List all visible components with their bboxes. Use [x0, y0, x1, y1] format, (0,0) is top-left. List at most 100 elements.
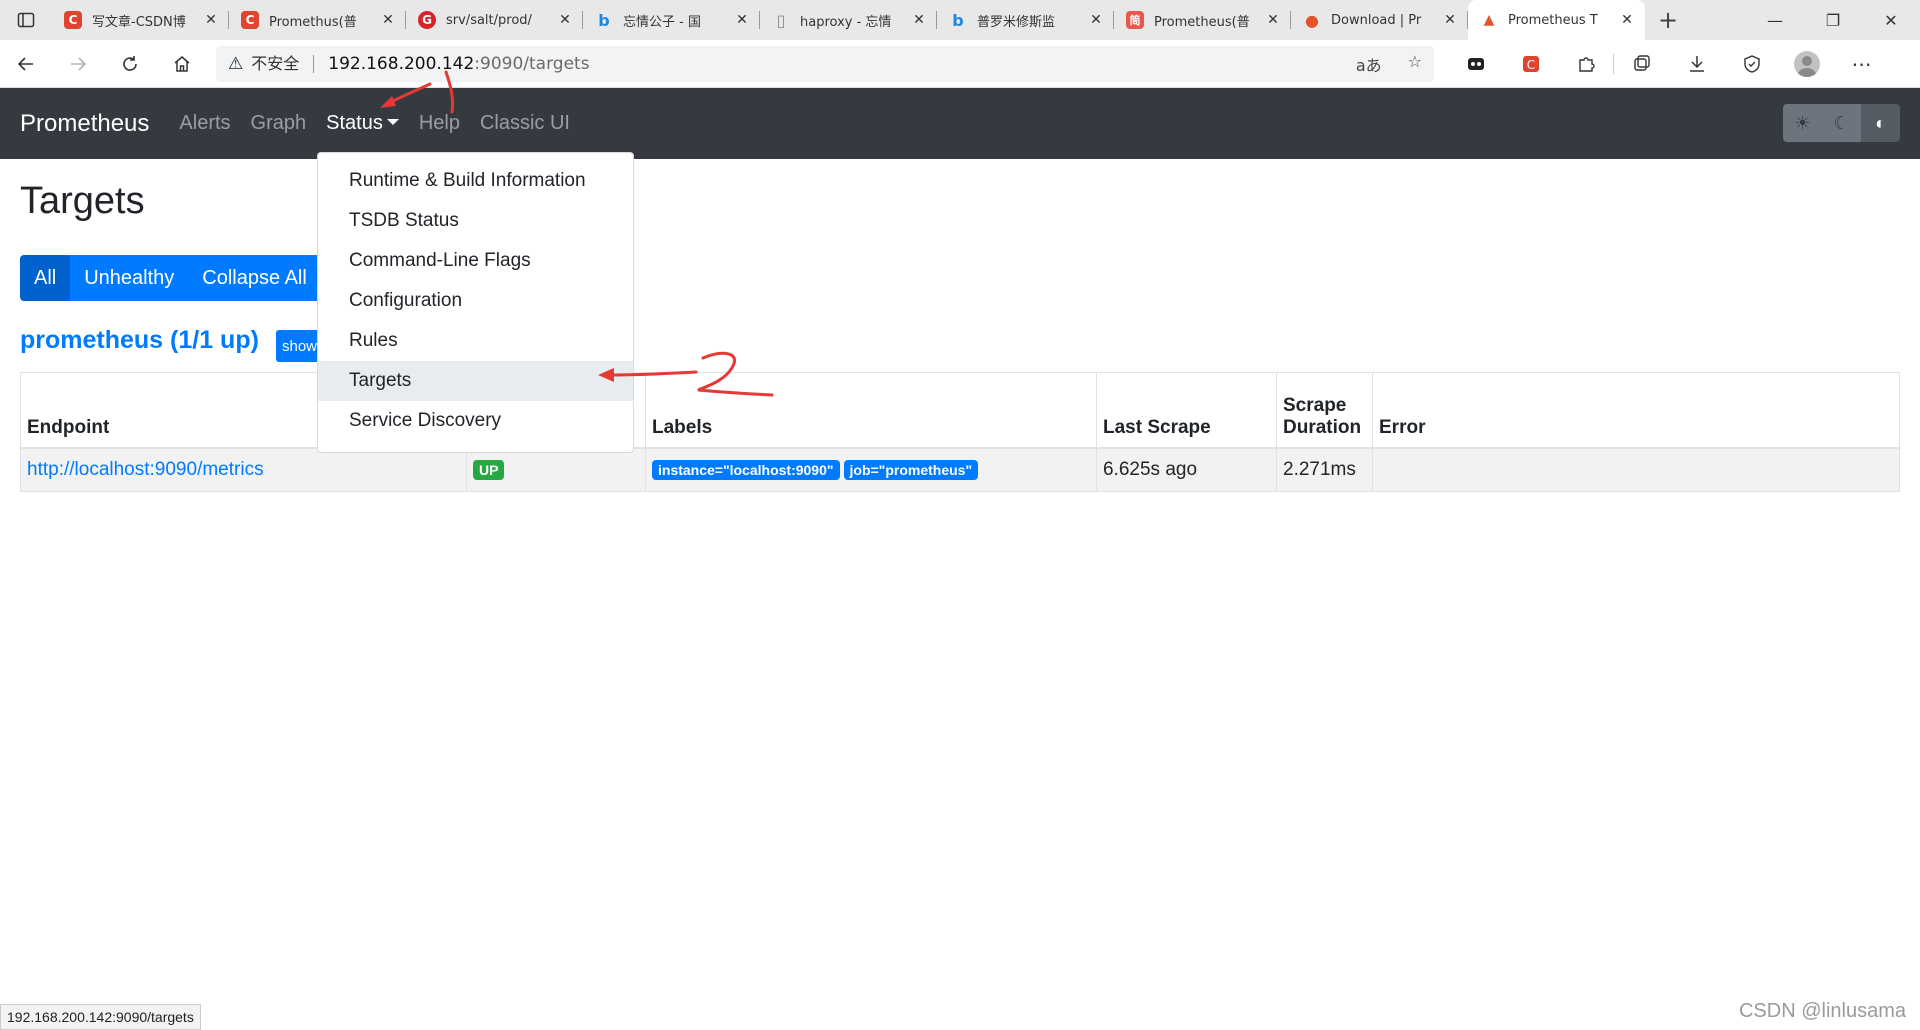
prometheus-navbar: Prometheus Alerts Graph Status Help Clas…: [0, 88, 1920, 159]
more-menu-icon[interactable]: ⋯: [1834, 52, 1889, 76]
filter-all-button[interactable]: All: [20, 255, 71, 301]
window-controls: — ❐ ✕: [1746, 0, 1920, 40]
close-icon[interactable]: ✕: [378, 12, 398, 28]
read-aloud-icon[interactable]: aあ: [1356, 52, 1382, 76]
browser-tab[interactable]: G srv/salt/prod/ ✕: [406, 0, 583, 40]
browser-tab[interactable]: 简 Prometheus(普 ✕: [1114, 0, 1291, 40]
close-icon[interactable]: ✕: [1617, 12, 1637, 28]
browser-tab[interactable]: ▯ haproxy - 忘情 ✕: [760, 0, 937, 40]
tab-actions-icon[interactable]: [0, 0, 52, 40]
state-cell: UP: [466, 447, 646, 492]
address-bar[interactable]: ⚠ 不安全 192.168.200.142 :9090/targets aあ ☆: [216, 45, 1434, 82]
nav-help[interactable]: Help: [419, 112, 460, 135]
download-icon[interactable]: [1669, 54, 1724, 74]
close-icon[interactable]: ✕: [732, 12, 752, 28]
back-arrow-icon: [17, 56, 33, 71]
menu-item-tsdb-status[interactable]: TSDB Status: [318, 201, 633, 241]
minimize-icon[interactable]: —: [1746, 0, 1804, 40]
csdn-extension-icon[interactable]: C: [1503, 54, 1558, 74]
tab-title: 写文章-CSDN博: [92, 14, 186, 30]
collapse-all-button[interactable]: Collapse All: [188, 255, 321, 301]
close-icon[interactable]: ✕: [201, 12, 221, 28]
svg-text:C: C: [1526, 58, 1534, 72]
status-dropdown-menu: Runtime & Build Information TSDB Status …: [317, 152, 634, 453]
menu-item-service-discovery[interactable]: Service Discovery: [318, 401, 633, 441]
performance-icon[interactable]: [1724, 54, 1779, 74]
labels-cell: instance="localhost:9090" job="prometheus…: [645, 447, 1097, 492]
close-window-icon[interactable]: ✕: [1862, 0, 1920, 40]
jianshu-favicon-icon: 简: [1126, 11, 1144, 29]
forward-arrow-icon: [71, 56, 87, 71]
job-heading-link[interactable]: prometheus (1/1 up): [20, 326, 259, 355]
close-icon[interactable]: ✕: [909, 12, 929, 28]
menu-item-rules[interactable]: Rules: [318, 321, 633, 361]
menu-item-runtime-build-info[interactable]: Runtime & Build Information: [318, 161, 633, 201]
table-header-row: Endpoint Labels Last Scrape Scrape Durat…: [20, 372, 1900, 449]
tab-title: 普罗米修斯监: [977, 14, 1056, 30]
nav-graph[interactable]: Graph: [251, 112, 307, 135]
label-badge: instance="localhost:9090": [652, 459, 840, 480]
close-icon[interactable]: ✕: [1086, 12, 1106, 28]
prometheus-favicon-icon: ●: [1305, 10, 1319, 30]
csdn-watermark: CSDN @linlusama: [1738, 1000, 1906, 1022]
target-filter-group: All Unhealthy Collapse All: [20, 255, 321, 301]
restore-icon[interactable]: ❐: [1804, 0, 1862, 40]
header-scrape-duration: Scrape Duration: [1276, 372, 1373, 449]
tab-title: Prometheus(普: [1154, 14, 1250, 30]
avatar[interactable]: [1779, 50, 1834, 77]
puzzle-icon[interactable]: [1558, 54, 1613, 74]
forward-button[interactable]: [52, 44, 104, 84]
home-button[interactable]: [156, 44, 208, 84]
filter-unhealthy-button[interactable]: Unhealthy: [70, 255, 189, 301]
close-icon[interactable]: ✕: [1440, 12, 1460, 28]
light-theme-icon[interactable]: ☀: [1783, 104, 1822, 142]
insecure-label[interactable]: 不安全: [251, 54, 315, 73]
header-labels: Labels: [645, 372, 1097, 449]
favorite-star-icon[interactable]: ☆: [1408, 52, 1422, 76]
warning-icon[interactable]: ⚠: [228, 54, 243, 74]
browser-tab[interactable]: C Promethus(普 ✕: [229, 0, 406, 40]
browser-tab-active[interactable]: ▲ Prometheus T ✕: [1468, 0, 1645, 40]
extension-icon[interactable]: [1448, 54, 1503, 74]
menu-item-command-line-flags[interactable]: Command-Line Flags: [318, 241, 633, 281]
theme-toggle-group: ☀ ☾ ◐: [1783, 104, 1900, 142]
close-icon[interactable]: ✕: [1263, 12, 1283, 28]
reload-icon: [123, 55, 137, 71]
caret-down-icon: [386, 119, 399, 125]
tab-title: Download | Pr: [1331, 12, 1422, 28]
menu-item-targets[interactable]: Targets: [318, 361, 633, 401]
endpoint-cell: http://localhost:9090/metrics: [20, 447, 467, 492]
new-tab-button[interactable]: +: [1645, 0, 1691, 40]
auto-theme-icon[interactable]: ◐: [1861, 104, 1900, 142]
close-icon[interactable]: ✕: [555, 12, 575, 28]
endpoint-link[interactable]: http://localhost:9090/metrics: [27, 459, 264, 480]
browser-tab-strip: C 写文章-CSDN博 ✕ C Promethus(普 ✕ G srv/salt…: [0, 0, 1920, 40]
header-error: Error: [1372, 372, 1900, 449]
browser-tab[interactable]: b 忘情公子 - 国 ✕: [583, 0, 760, 40]
browser-tab[interactable]: ● Download | Pr ✕: [1291, 0, 1468, 40]
show-more-button[interactable]: show: [276, 330, 324, 362]
nav-status-label: Status: [326, 112, 383, 134]
browser-toolbar: ⚠ 不安全 192.168.200.142 :9090/targets aあ ☆…: [0, 40, 1920, 88]
last-scrape-cell: 6.625s ago: [1096, 447, 1277, 492]
menu-item-configuration[interactable]: Configuration: [318, 281, 633, 321]
browser-tab[interactable]: b 普罗米修斯监 ✕: [937, 0, 1114, 40]
tab-title: 忘情公子 - 国: [623, 14, 701, 30]
brand-link[interactable]: Prometheus: [20, 110, 149, 138]
browser-tab[interactable]: C 写文章-CSDN博 ✕: [52, 0, 229, 40]
back-button[interactable]: [0, 44, 52, 84]
tab-title: Promethus(普: [269, 14, 357, 30]
nav-alerts[interactable]: Alerts: [179, 112, 230, 135]
reload-button[interactable]: [104, 44, 156, 84]
targets-table: Endpoint Labels Last Scrape Scrape Durat…: [20, 372, 1900, 492]
scrape-duration-cell: 2.271ms: [1276, 447, 1373, 492]
prometheus-flame-icon: ▲: [1483, 12, 1495, 28]
home-icon: [174, 55, 190, 72]
csdn-favicon-icon: C: [64, 11, 82, 29]
collections-icon[interactable]: [1614, 54, 1669, 74]
gitee-favicon-icon: G: [418, 11, 436, 29]
page-title: Targets: [20, 180, 145, 222]
nav-status-dropdown[interactable]: Status: [326, 112, 399, 135]
dark-theme-icon[interactable]: ☾: [1822, 104, 1861, 142]
nav-classic-ui[interactable]: Classic UI: [480, 112, 570, 135]
